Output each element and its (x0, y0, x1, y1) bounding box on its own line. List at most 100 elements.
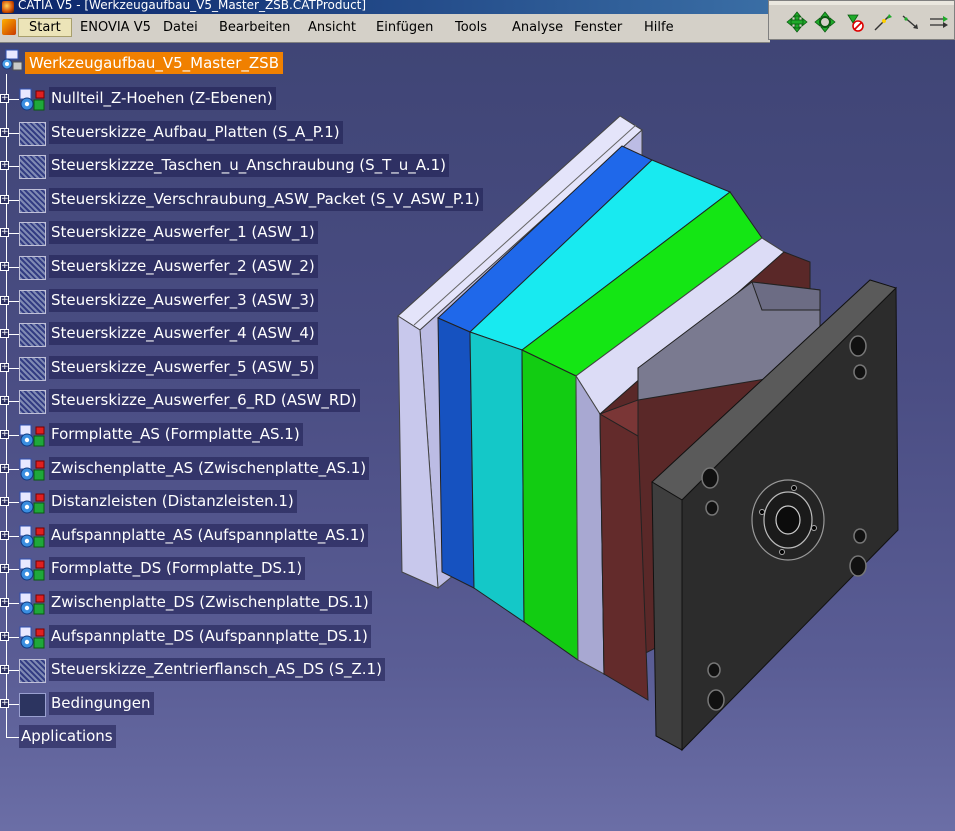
tree-root-product[interactable]: Werkzeugaufbau_V5_Master_ZSB (25, 52, 283, 74)
tree-node-label[interactable]: Steuerskizze_Auswerfer_5 (ASW_5) (49, 355, 318, 379)
toolbar-grip[interactable] (769, 1, 954, 5)
part-icon[interactable] (19, 458, 46, 482)
tree-connector (9, 502, 19, 504)
constraints-icon[interactable] (19, 692, 46, 717)
tree-node-label[interactable]: Steuerskizzze_Taschen_u_Anschraubung (S_… (49, 154, 449, 178)
tree-connector (6, 723, 19, 739)
tree-connector (9, 300, 19, 302)
tree-connector (9, 267, 19, 268)
tree-node-label[interactable]: Aufspannplatte_AS (Aufspannplatte_AS.1) (49, 523, 369, 547)
tree-connector (9, 367, 19, 369)
expand-icon[interactable]: + (0, 127, 9, 137)
expand-icon[interactable]: + (0, 698, 9, 708)
product-icon[interactable] (0, 48, 24, 72)
catia-app-icon (2, 1, 14, 13)
snap-icon[interactable] (871, 10, 895, 34)
tree-node-label[interactable]: Zwischenplatte_DS (Zwischenplatte_DS.1) (49, 591, 372, 614)
sketch-product-icon[interactable] (19, 323, 46, 348)
tree-node-label[interactable]: Formplatte_AS (Formplatte_AS.1) (49, 423, 303, 446)
view-toolbar (768, 0, 955, 40)
pan-icon[interactable] (785, 10, 809, 34)
expand-icon[interactable]: + (0, 228, 9, 238)
direction-icon[interactable] (899, 10, 923, 34)
tree-node-label[interactable]: Steuerskizze_Auswerfer_4 (ASW_4) (49, 322, 318, 346)
menu-ansicht[interactable]: Ansicht (308, 20, 356, 35)
tree-node-label[interactable]: Steuerskizze_Zentrierflansch_AS_DS (S_Z.… (49, 658, 385, 682)
sketch-product-icon[interactable] (19, 289, 46, 314)
sketch-product-icon[interactable] (19, 390, 46, 415)
expand-icon[interactable]: + (0, 396, 9, 406)
menu-hilfe[interactable]: Hilfe (644, 20, 674, 35)
tree-connector (9, 435, 19, 436)
tree-connector (9, 334, 19, 336)
expand-icon[interactable]: + (0, 430, 9, 439)
part-icon[interactable] (19, 491, 46, 515)
menu-enovia[interactable]: ENOVIA V5 (80, 20, 151, 35)
tree-node-label[interactable]: Steuerskizze_Auswerfer_1 (ASW_1) (49, 221, 318, 245)
expand-icon[interactable]: + (0, 194, 9, 204)
expand-icon[interactable]: + (0, 463, 9, 473)
tree-connector (9, 670, 19, 672)
tree-connector (9, 603, 19, 604)
menu-datei[interactable]: Datei (163, 20, 198, 35)
expand-icon[interactable]: + (0, 530, 9, 540)
catia-logo-icon[interactable] (2, 19, 16, 35)
expand-icon[interactable]: + (0, 598, 9, 607)
3d-viewport-mold-assembly[interactable] (390, 110, 910, 760)
rotate-icon[interactable] (813, 10, 837, 34)
tree-node-label[interactable]: Formplatte_DS (Formplatte_DS.1) (49, 557, 306, 581)
menu-einfuegen[interactable]: Einfügen (376, 20, 433, 35)
expand-icon[interactable]: + (0, 262, 9, 271)
expand-icon[interactable]: + (0, 564, 9, 574)
tree-node-label[interactable]: Nullteil_Z-Hoehen (Z-Ebenen) (49, 87, 276, 110)
expand-icon[interactable]: + (0, 665, 9, 675)
menu-tools[interactable]: Tools (455, 20, 487, 35)
expand-icon[interactable]: + (0, 497, 9, 507)
sketch-product-icon[interactable] (19, 155, 46, 180)
fly-mode-icon[interactable] (843, 10, 867, 34)
compass-icon[interactable] (927, 10, 951, 34)
tree-node-label[interactable]: Aufspannplatte_DS (Aufspannplatte_DS.1) (49, 624, 371, 648)
tree-node-label[interactable]: Steuerskizze_Auswerfer_3 (ASW_3) (49, 288, 318, 312)
tree-connector (9, 636, 19, 638)
sketch-product-icon[interactable] (19, 188, 46, 213)
tree-node-label[interactable]: Steuerskizze_Aufbau_Platten (S_A_P.1) (49, 120, 343, 144)
part-icon[interactable] (19, 424, 46, 448)
part-icon[interactable] (19, 592, 46, 616)
tree-node-label[interactable]: Zwischenplatte_AS (Zwischenplatte_AS.1) (49, 456, 370, 480)
tree-connector (9, 569, 19, 571)
menu-bearbeiten[interactable]: Bearbeiten (219, 20, 290, 35)
expand-icon[interactable]: + (0, 94, 9, 103)
tree-node-label[interactable]: Steuerskizze_Auswerfer_6_RD (ASW_RD) (49, 389, 360, 413)
tree-connector (9, 166, 19, 168)
expand-icon[interactable]: + (0, 329, 9, 339)
tree-connector (9, 132, 19, 134)
sketch-product-icon[interactable] (19, 121, 46, 146)
tree-node-label[interactable]: Steuerskizze_Auswerfer_2 (ASW_2) (49, 255, 318, 278)
sketch-product-icon[interactable] (19, 222, 46, 247)
tree-connector (9, 199, 19, 201)
part-icon[interactable] (19, 626, 46, 650)
sketch-product-icon[interactable] (19, 356, 46, 381)
part-icon[interactable] (19, 88, 46, 112)
part-icon[interactable] (19, 558, 46, 582)
menu-start[interactable]: Start (18, 18, 72, 37)
sketch-product-icon[interactable] (19, 659, 46, 684)
tree-connector (9, 703, 19, 705)
expand-icon[interactable]: + (0, 295, 9, 305)
tree-connector (9, 233, 19, 235)
part-icon[interactable] (19, 525, 46, 549)
menu-fenster[interactable]: Fenster (574, 20, 622, 35)
tree-connector (9, 401, 19, 403)
tree-connector (9, 468, 19, 470)
expand-icon[interactable]: + (0, 161, 9, 171)
tree-node-label[interactable]: Distanzleisten (Distanzleisten.1) (49, 490, 297, 514)
expand-icon[interactable]: + (0, 362, 9, 372)
title-bar: CATIA V5 - [Werkzeugaufbau_V5_Master_ZSB… (0, 0, 770, 14)
menu-analyse[interactable]: Analyse (512, 20, 563, 35)
tree-node-label[interactable]: Bedingungen (49, 691, 154, 715)
sketch-product-icon[interactable] (19, 256, 46, 280)
applications-label[interactable]: Applications (19, 725, 116, 749)
expand-icon[interactable]: + (0, 631, 9, 641)
window-title: CATIA V5 - [Werkzeugaufbau_V5_Master_ZSB… (18, 0, 367, 12)
